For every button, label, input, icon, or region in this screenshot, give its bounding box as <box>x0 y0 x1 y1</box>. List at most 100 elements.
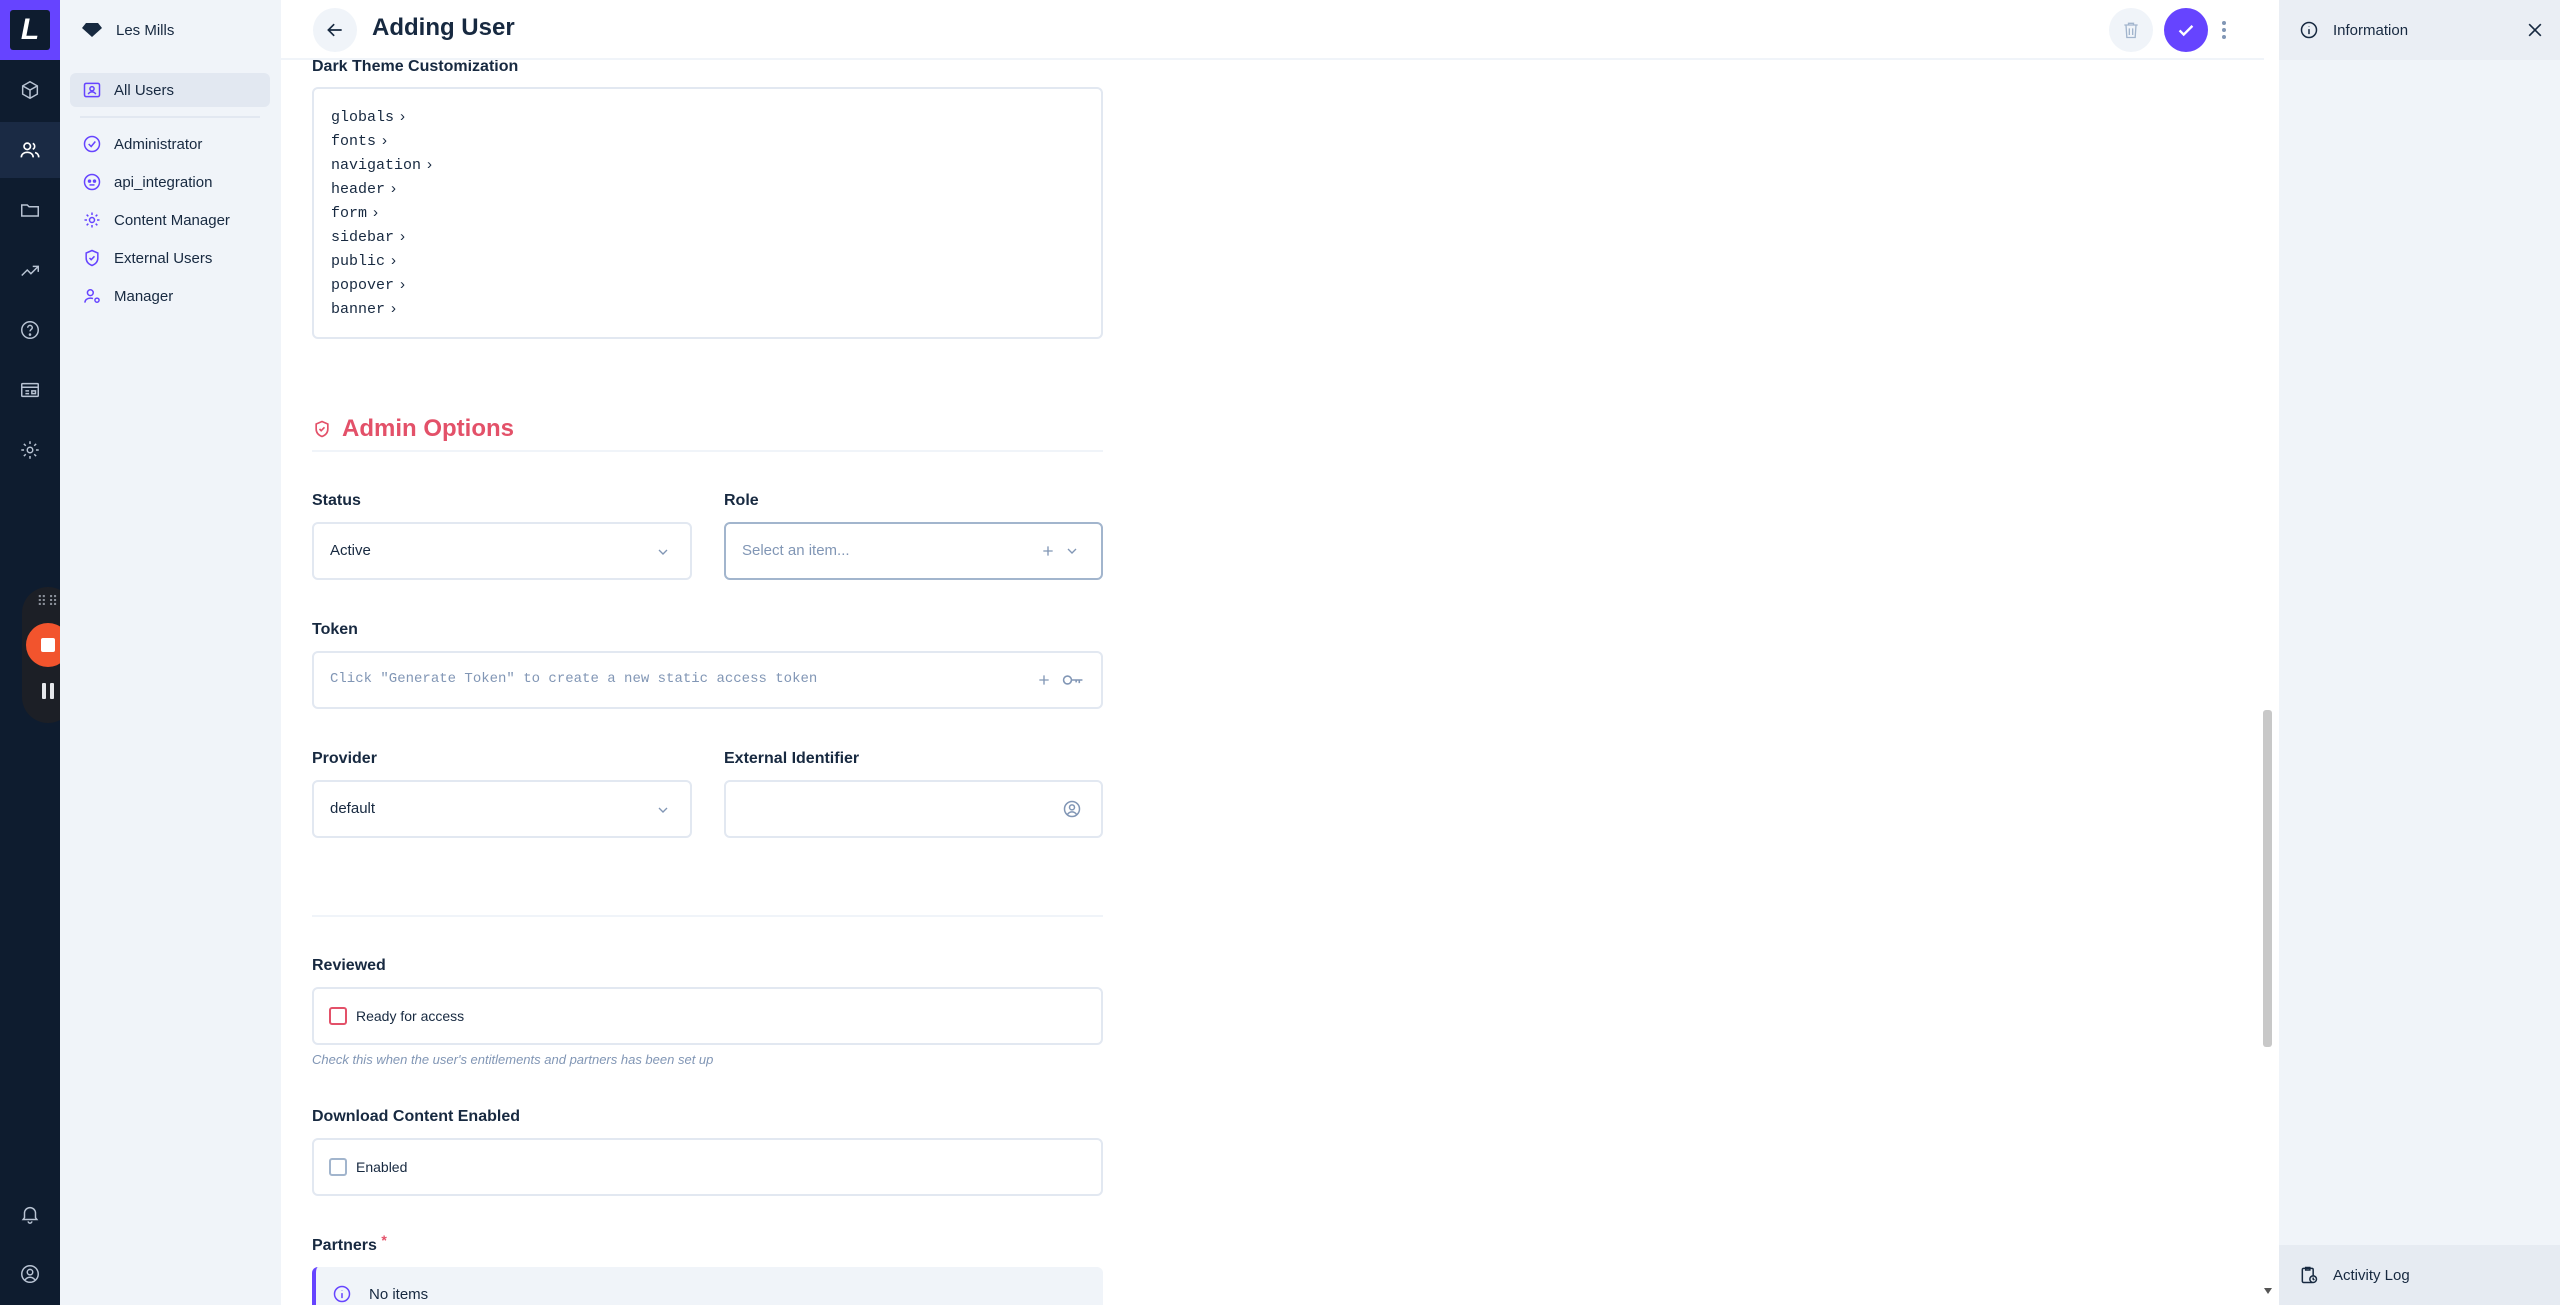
nav-role-label: Administrator <box>114 135 203 153</box>
download-enabled-label[interactable]: Enabled <box>356 1159 407 1175</box>
ready-for-access-label[interactable]: Ready for access <box>356 1008 464 1024</box>
token-label: Token <box>312 621 358 638</box>
chevron-right-icon: › <box>391 300 397 317</box>
key-icon[interactable] <box>1062 671 1084 689</box>
nav-divider <box>80 116 260 118</box>
nav-role-content-manager[interactable]: Content Manager <box>70 203 270 237</box>
delete-button[interactable] <box>2109 8 2153 52</box>
shield-check-icon <box>315 420 329 438</box>
nav-role-manager[interactable]: Manager <box>70 279 270 313</box>
chevron-right-icon: › <box>373 204 379 221</box>
page-title: Adding User <box>372 14 515 41</box>
json-key-header[interactable]: header › <box>331 180 396 198</box>
json-key-text: popover <box>331 277 395 294</box>
information-sidebar: Information Activity Log <box>2279 0 2560 1305</box>
trash-icon <box>2124 22 2138 39</box>
module-insights[interactable] <box>0 242 60 298</box>
plus-icon[interactable] <box>1040 543 1056 559</box>
reviewed-label: Reviewed <box>312 957 386 974</box>
account-circle-icon <box>1063 800 1081 818</box>
chevron-right-icon: › <box>427 156 433 173</box>
chevron-down-icon <box>658 549 668 555</box>
admin-options-title: Admin Options <box>342 415 514 442</box>
nav-role-label: api_integration <box>114 173 213 191</box>
close-sidebar-button[interactable] <box>2525 20 2545 40</box>
partners-empty-text: No items <box>369 1286 429 1303</box>
module-content[interactable] <box>0 62 60 118</box>
json-key-banner[interactable]: banner › <box>331 300 396 318</box>
provider-value: default <box>330 800 376 817</box>
nav-role-external-users[interactable]: External Users <box>70 241 270 275</box>
ready-for-access-checkbox[interactable] <box>329 1007 347 1025</box>
admin-options-heading: Admin Options <box>312 415 514 443</box>
gear-icon <box>21 441 39 459</box>
reviewed-hint: Check this when the user's entitlements … <box>312 1052 714 1067</box>
header-bar: Adding User <box>281 0 2264 60</box>
nav-role-label: External Users <box>114 249 213 267</box>
json-key-text: banner <box>331 301 386 318</box>
download-enabled-checkbox[interactable] <box>329 1158 347 1176</box>
account-circle-icon <box>21 1265 39 1283</box>
information-header[interactable]: Information <box>2279 0 2560 60</box>
app-logo[interactable]: L <box>0 0 60 60</box>
stop-icon <box>41 638 55 652</box>
module-files[interactable] <box>0 182 60 238</box>
status-label: Status <box>312 492 361 509</box>
navigation-sidebar: Les Mills All Users Administrator api_in… <box>60 0 281 1305</box>
json-key-sidebar[interactable]: sidebar › <box>331 228 405 246</box>
external-identifier-input[interactable] <box>724 780 1103 838</box>
partners-empty-notice: No items <box>312 1267 1103 1305</box>
required-marker: * <box>381 1232 387 1248</box>
activity-log-section[interactable]: Activity Log <box>2279 1245 2560 1305</box>
user-menu-button[interactable] <box>0 1246 60 1302</box>
nav-role-label: Content Manager <box>114 211 230 229</box>
nav-role-api-integration[interactable]: api_integration <box>70 165 270 199</box>
module-settings[interactable] <box>0 422 60 478</box>
project-switcher[interactable]: Les Mills <box>60 0 281 60</box>
info-icon <box>2300 21 2318 39</box>
check-icon <box>2178 25 2194 37</box>
partners-label-text: Partners <box>312 1237 377 1254</box>
json-key-public[interactable]: public › <box>331 252 396 270</box>
module-docs[interactable] <box>0 362 60 418</box>
nav-role-administrator[interactable]: Administrator <box>70 127 270 161</box>
bell-icon <box>21 1206 39 1224</box>
save-button[interactable] <box>2164 8 2208 52</box>
robot-icon <box>83 173 101 191</box>
section-divider <box>312 915 1103 917</box>
dark-theme-json-editor[interactable] <box>312 87 1103 339</box>
json-key-text: navigation <box>331 157 422 174</box>
module-users[interactable] <box>0 122 60 178</box>
chevron-right-icon: › <box>382 132 388 149</box>
notifications-button[interactable] <box>0 1186 60 1242</box>
module-help[interactable] <box>0 302 60 358</box>
json-key-fonts[interactable]: fonts › <box>331 132 387 150</box>
json-key-text: public <box>331 253 386 270</box>
role-label: Role <box>724 492 759 509</box>
more-options-button[interactable] <box>2214 14 2234 46</box>
back-button[interactable] <box>313 8 357 52</box>
scrollbar-thumb[interactable] <box>2263 710 2272 1047</box>
clipboard-clock-icon <box>2301 1266 2318 1284</box>
sparkle-icon <box>84 212 100 228</box>
json-key-text: fonts <box>331 133 377 150</box>
arrow-back-icon <box>327 23 342 37</box>
users-icon <box>20 142 40 158</box>
form-area: Dark Theme Customization globals › fonts ›… <box>281 60 2264 1305</box>
chevron-down-icon <box>658 807 668 813</box>
json-key-text: sidebar <box>331 229 395 246</box>
json-key-globals[interactable]: globals › <box>331 108 405 126</box>
json-key-navigation[interactable]: navigation › <box>331 156 432 174</box>
plus-icon[interactable] <box>1036 672 1052 688</box>
diamond-icon <box>82 23 102 37</box>
nav-all-users[interactable]: All Users <box>70 73 270 107</box>
json-key-popover[interactable]: popover › <box>331 276 405 294</box>
pause-recording-button[interactable] <box>38 683 58 703</box>
json-key-form[interactable]: form › <box>331 204 378 222</box>
manage-accounts-icon <box>84 289 100 303</box>
folder-icon <box>21 204 39 217</box>
verified-icon <box>83 135 101 153</box>
chevron-right-icon: › <box>400 108 406 125</box>
scroll-down-arrow[interactable] <box>2264 1288 2272 1294</box>
information-title: Information <box>2333 21 2409 39</box>
